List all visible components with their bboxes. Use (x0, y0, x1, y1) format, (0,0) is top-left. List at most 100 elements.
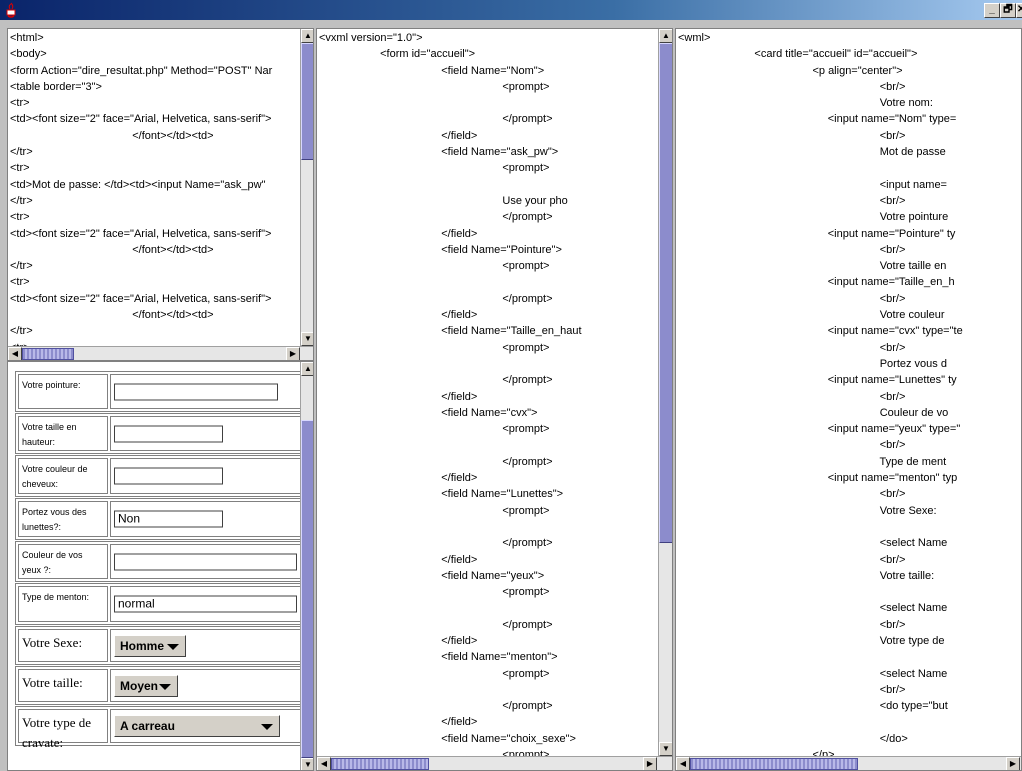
code-line: <form id="accueil"> (319, 48, 476, 61)
code-line: <tr> (10, 211, 30, 224)
code-line: <prompt> (319, 504, 550, 517)
text-input[interactable]: normal (114, 595, 297, 613)
form-row-label: Votre Sexe: (18, 629, 108, 662)
code-line: <prompt> (319, 667, 550, 680)
form-row-label: Votre couleur de cheveux: (18, 458, 108, 494)
scroll-up-icon[interactable]: ▲ (301, 362, 313, 376)
code-line: </field> (319, 716, 478, 729)
code-line: <vxml version="1.0"> (319, 32, 423, 44)
maximize-button[interactable]: 🗗 (1000, 3, 1016, 18)
form-row-cell: Moyen (110, 669, 301, 702)
code-line: <field Name="Lunettes"> (319, 488, 564, 501)
text-input[interactable] (114, 383, 278, 400)
select-dropdown[interactable]: Homme (114, 634, 186, 657)
html-source-vscrollbar[interactable]: ▲ ▼ (300, 29, 313, 346)
html-source-pane[interactable]: <html> <body> <form Action="dire_resultat.… (7, 28, 314, 361)
form-row: Votre Sexe: Homme (15, 626, 304, 665)
code-line: <br/> (678, 618, 906, 631)
code-line: <td><font size="2" face="Arial, Helvetic… (10, 113, 272, 126)
form-row-label: Votre taille: (18, 669, 108, 702)
scroll-up-icon[interactable]: ▲ (659, 29, 672, 43)
scroll-thumb[interactable] (22, 348, 74, 360)
code-line: <prompt> (319, 260, 550, 273)
code-line: </prompt> (319, 292, 553, 305)
wml-source-text[interactable]: <wml> <card title="accueil" id="accueil"… (678, 30, 963, 770)
select-value: Homme (120, 638, 165, 653)
select-dropdown[interactable]: A carreau (114, 715, 280, 737)
code-line: </field> (319, 390, 478, 403)
scroll-right-icon[interactable]: ▶ (643, 757, 657, 770)
code-line: <input name="yeux" type=" (678, 423, 961, 436)
select-dropdown[interactable]: Moyen (114, 674, 178, 697)
code-line: <prompt> (319, 423, 550, 436)
code-line: Mot de passe (678, 146, 946, 159)
scroll-right-icon[interactable]: ▶ (286, 347, 300, 360)
code-line: </tr> (10, 260, 33, 273)
form-row-cell (110, 544, 301, 579)
scroll-thumb[interactable] (690, 758, 858, 770)
text-input[interactable] (114, 425, 223, 442)
code-line: <field Name="Taille_en_haut (319, 325, 582, 338)
form-row-label: Couleur de vos yeux ?: (18, 544, 108, 579)
scroll-down-icon[interactable]: ▼ (301, 758, 313, 770)
text-input[interactable]: Non (114, 510, 223, 528)
form-preview-pane[interactable]: Votre pointure: Votre taille en hauteur: V… (7, 361, 314, 771)
scroll-down-icon[interactable]: ▼ (659, 742, 672, 756)
code-line: Couleur de vo (678, 406, 949, 419)
text-input[interactable] (114, 467, 223, 485)
minimize-button[interactable]: _ (984, 3, 1000, 18)
scroll-thumb[interactable] (331, 758, 429, 770)
code-line: <form Action="dire_resultat.php" Method=… (10, 64, 273, 77)
code-line: <table border="3"> (10, 80, 102, 93)
wml-source-hscrollbar[interactable]: ◀ ▶ (676, 756, 1021, 770)
scroll-left-icon[interactable]: ◀ (676, 757, 690, 770)
scroll-thumb[interactable] (659, 43, 672, 543)
html-source-hscrollbar[interactable]: ◀ ▶ (8, 346, 313, 360)
code-line: </tr> (10, 325, 33, 338)
vxml-source-text[interactable]: <vxml version="1.0"> <form id="accueil">… (319, 30, 582, 763)
code-line: <br/> (678, 243, 906, 256)
code-line: </field> (319, 472, 478, 485)
scroll-up-icon[interactable]: ▲ (301, 29, 313, 43)
scroll-down-icon[interactable]: ▼ (301, 332, 313, 346)
code-line: Votre Sexe: (678, 504, 937, 517)
code-line: </font></td><td> (10, 243, 214, 256)
form-row-cell: normal (110, 586, 301, 622)
code-line: Use your pho (319, 194, 568, 207)
code-line: <select Name (678, 667, 948, 680)
form-row-label: Portez vous des lunettes?: (18, 501, 108, 537)
code-line: <br/> (678, 80, 906, 93)
scroll-left-icon[interactable]: ◀ (317, 757, 331, 770)
scroll-left-icon[interactable]: ◀ (8, 347, 22, 360)
code-line: <select Name (678, 537, 948, 550)
code-line: </prompt> (319, 618, 553, 631)
code-line: <prompt> (319, 586, 550, 599)
code-line: <br/> (678, 439, 906, 452)
text-input[interactable] (114, 553, 297, 570)
code-line: Votre taille: (678, 569, 935, 582)
form-row: Couleur de vos yeux ?: (15, 541, 304, 582)
wml-source-pane[interactable]: <wml> <card title="accueil" id="accueil"… (675, 28, 1022, 771)
scroll-thumb[interactable] (301, 420, 313, 758)
code-line: <td><font size="2" face="Arial, Helvetic… (10, 292, 272, 305)
code-line: Votre type de (678, 634, 945, 647)
close-button[interactable]: ✕ (1016, 3, 1022, 18)
vxml-source-pane[interactable]: <vxml version="1.0"> <form id="accueil">… (316, 28, 673, 771)
vxml-source-hscrollbar[interactable]: ◀ ▶ (317, 756, 672, 770)
code-line: Votre nom: (678, 97, 933, 110)
scroll-thumb[interactable] (301, 43, 313, 160)
code-line: </font></td><td> (10, 129, 214, 142)
code-line: <select Name (678, 602, 948, 615)
form-row: Votre taille en hauteur: (15, 413, 304, 454)
code-line: <input name="Lunettes" ty (678, 374, 957, 387)
form-preview-vscrollbar[interactable]: ▲ ▼ (300, 362, 313, 770)
vxml-source-vscrollbar[interactable]: ▲ ▼ (658, 29, 672, 756)
html-source-text[interactable]: <html> <body> <form Action="dire_resultat.… (10, 30, 272, 356)
code-line: </field> (319, 129, 478, 142)
scroll-right-icon[interactable]: ▶ (1006, 757, 1020, 770)
